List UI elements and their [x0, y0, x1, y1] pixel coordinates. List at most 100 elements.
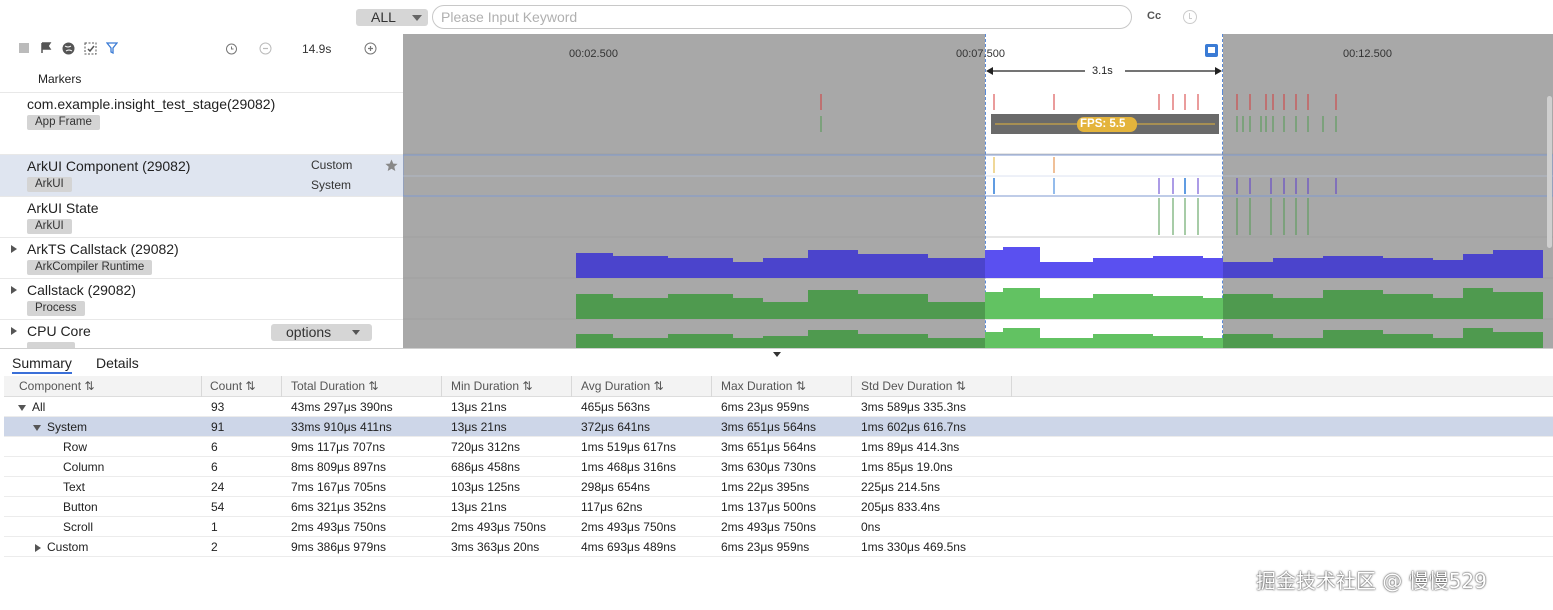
arkui-component-markers: [993, 157, 1337, 194]
track-app-frame[interactable]: com.example.insight_test_stage(29082) Ap…: [0, 93, 403, 155]
cell-min: 103μs 125ns: [451, 480, 520, 494]
table-row[interactable]: All 93 43ms 297μs 390ns 13μs 21ns 465μs …: [4, 397, 1553, 417]
cell-total: 9ms 117μs 707ns: [291, 440, 386, 454]
col-header-avg[interactable]: Avg Duration ⇅: [572, 376, 712, 397]
cell-max: 3ms 651μs 564ns: [721, 440, 816, 454]
cell-count: 91: [211, 420, 225, 434]
time-tick: 00:07.500: [956, 48, 1005, 60]
collapse-arrow-icon[interactable]: [33, 424, 41, 431]
collapse-panel-icon[interactable]: [773, 352, 781, 357]
track-tag: ArkUI: [27, 177, 72, 192]
subtrack-system: System: [311, 178, 352, 192]
cell-count: 1: [211, 520, 218, 534]
expand-arrow-icon[interactable]: [11, 245, 17, 253]
scope-select[interactable]: ALL: [356, 9, 428, 26]
table-body: All 93 43ms 297μs 390ns 13μs 21ns 465μs …: [4, 397, 1553, 557]
expand-arrow-icon[interactable]: [11, 286, 17, 294]
profiler-window: ALL Cc 14.9s 00:02.500 00:07.500 00:12.5…: [0, 0, 1553, 610]
cell-min: 13μs 21ns: [451, 500, 507, 514]
scope-select-value: ALL: [371, 9, 396, 25]
history-icon[interactable]: [1183, 10, 1197, 24]
track-name: ArkTS Callstack (29082): [27, 241, 179, 257]
tab-details[interactable]: Details: [96, 355, 139, 371]
options-dropdown[interactable]: options: [271, 324, 372, 341]
timeline-canvas[interactable]: FPS: 5.5: [403, 92, 1553, 348]
track-arkts-callstack[interactable]: ArkTS Callstack (29082) ArkCompiler Runt…: [0, 238, 403, 279]
select-region-icon[interactable]: [83, 41, 97, 55]
cell-avg: 298μs 654ns: [581, 480, 650, 494]
cell-count: 93: [211, 400, 225, 414]
fps-badge: FPS: 5.5: [1080, 118, 1126, 130]
collapse-arrow-icon[interactable]: [18, 404, 26, 411]
bookmark-icon[interactable]: [1205, 44, 1218, 57]
time-tick: 00:12.500: [1343, 48, 1392, 60]
cell-avg: 465μs 563ns: [581, 400, 650, 414]
filter-icon[interactable]: [105, 41, 119, 55]
track-name: Markers: [38, 72, 82, 86]
cell-avg: 1ms 468μs 316ns: [581, 460, 676, 474]
timeline-ruler[interactable]: 00:02.500 00:07.500 00:12.500 3.1s: [403, 34, 1553, 92]
track-tag: App Frame: [27, 115, 100, 130]
track-name: ArkUI Component (29082): [27, 158, 191, 174]
track-name: Callstack (29082): [27, 282, 136, 298]
track-markers[interactable]: Markers: [0, 66, 403, 93]
cell-total: 7ms 167μs 705ns: [291, 480, 386, 494]
table-row[interactable]: Column 6 8ms 809μs 897ns 686μs 458ns 1ms…: [4, 457, 1553, 477]
flag-icon[interactable]: [39, 41, 53, 55]
cell-avg: 372μs 641ns: [581, 420, 650, 434]
star-icon[interactable]: [385, 159, 398, 177]
col-header-component[interactable]: Component ⇅: [4, 376, 202, 397]
cell-total: 2ms 493μs 750ns: [291, 520, 386, 534]
cell-component: Custom: [35, 537, 88, 557]
search-input[interactable]: [432, 5, 1132, 29]
subtrack-custom: Custom: [311, 158, 353, 172]
cell-min: 686μs 458ns: [451, 460, 520, 474]
cell-count: 24: [211, 480, 225, 494]
arkui-state-markers: [1158, 198, 1309, 235]
col-header-stddev[interactable]: Std Dev Duration ⇅: [852, 376, 1012, 397]
cell-avg: 2ms 493μs 750ns: [581, 520, 676, 534]
cell-max: 3ms 630μs 730ns: [721, 460, 816, 474]
globe-icon[interactable]: [61, 41, 75, 55]
zoom-out-icon[interactable]: [258, 41, 272, 55]
cell-component: System: [33, 417, 87, 437]
col-header-count[interactable]: Count ⇅: [202, 376, 282, 397]
track-name: ArkUI State: [27, 200, 99, 216]
cell-total: 43ms 297μs 390ns: [291, 400, 393, 414]
track-arkui-state[interactable]: ArkUI State ArkUI: [0, 197, 403, 238]
expand-arrow-icon[interactable]: [11, 327, 17, 335]
cell-avg: 4ms 693μs 489ns: [581, 540, 676, 554]
cell-max: 6ms 23μs 959ns: [721, 400, 810, 414]
track-callstack[interactable]: Callstack (29082) Process: [0, 279, 403, 320]
timeline-scrollbar[interactable]: [1547, 96, 1552, 248]
chevron-down-icon: [412, 15, 422, 21]
cell-min: 720μs 312ns: [451, 440, 520, 454]
cell-stddev: 205μs 833.4ns: [861, 500, 940, 514]
watermark: 掘金技术社区 @ 慢慢529: [1256, 569, 1487, 593]
col-header-total[interactable]: Total Duration ⇅: [282, 376, 442, 397]
table-row[interactable]: Text 24 7ms 167μs 705ns 103μs 125ns 298μ…: [4, 477, 1553, 497]
cell-avg: 1ms 519μs 617ns: [581, 440, 676, 454]
cell-count: 6: [211, 460, 218, 474]
tab-summary[interactable]: Summary: [12, 355, 72, 374]
match-case-button[interactable]: Cc: [1147, 10, 1161, 22]
expand-arrow-icon[interactable]: [35, 543, 41, 552]
cell-max: 2ms 493μs 750ns: [721, 520, 816, 534]
track-arkui-component[interactable]: ArkUI Component (29082) ArkUI Custom Sys…: [0, 155, 403, 197]
col-header-min[interactable]: Min Duration ⇅: [442, 376, 572, 397]
table-row[interactable]: Row 6 9ms 117μs 707ns 720μs 312ns 1ms 51…: [4, 437, 1553, 457]
table-row[interactable]: Custom 2 9ms 386μs 979ns 3ms 363μs 20ns …: [4, 537, 1553, 557]
track-toolbar: 14.9s: [0, 34, 403, 66]
table-row[interactable]: Scroll 1 2ms 493μs 750ns 2ms 493μs 750ns…: [4, 517, 1553, 537]
zoom-in-icon[interactable]: [363, 41, 377, 55]
cell-max: 6ms 23μs 959ns: [721, 540, 810, 554]
stop-icon[interactable]: [17, 41, 31, 55]
table-row[interactable]: Button 54 6ms 321μs 352ns 13μs 21ns 117μ…: [4, 497, 1553, 517]
track-name: com.example.insight_test_stage(29082): [27, 96, 276, 112]
table-row[interactable]: System 91 33ms 910μs 411ns 13μs 21ns 372…: [4, 417, 1553, 437]
search-bar: ALL Cc: [0, 0, 1553, 34]
reset-zoom-icon[interactable]: [224, 41, 238, 55]
time-tick: 00:02.500: [569, 48, 618, 60]
col-header-max[interactable]: Max Duration ⇅: [712, 376, 852, 397]
track-cpu-core[interactable]: CPU Core options: [0, 320, 403, 348]
